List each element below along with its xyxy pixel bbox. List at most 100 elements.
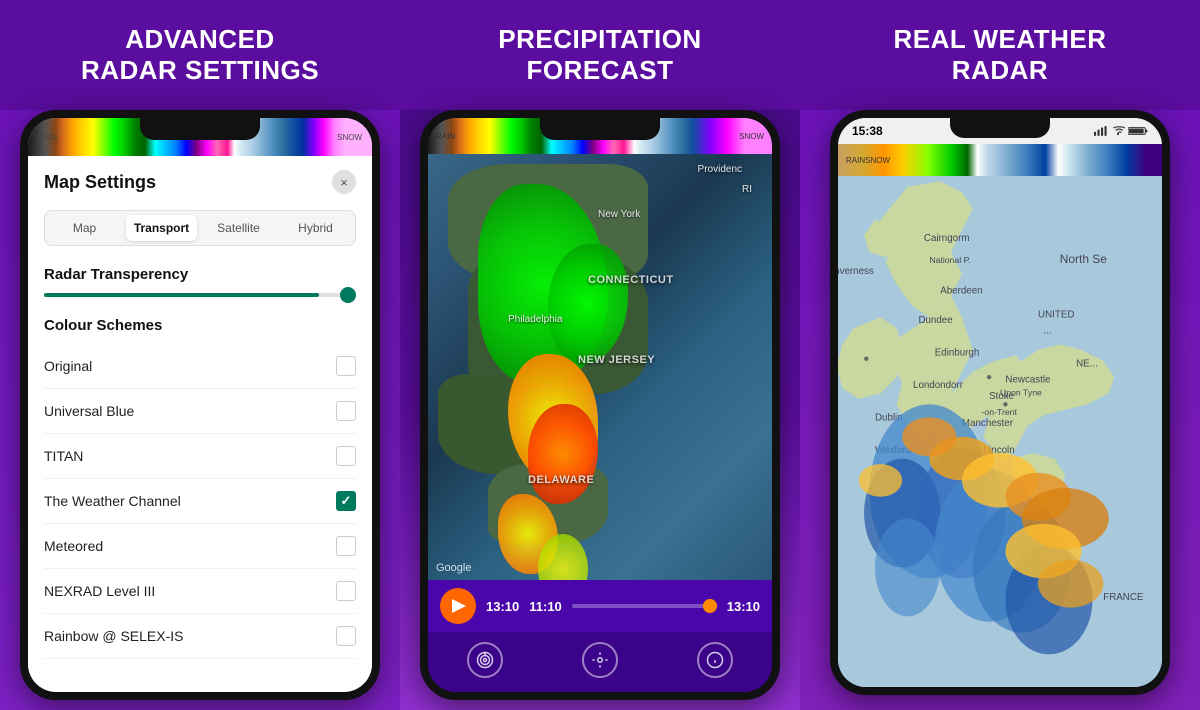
checkbox-original[interactable] bbox=[336, 356, 356, 376]
settings-header: Map Settings × bbox=[44, 170, 356, 194]
panels-row: RAIN SNOW Map Settings × Map Transport S… bbox=[0, 110, 1200, 710]
scheme-name-original: Original bbox=[44, 358, 92, 374]
map-type-tabs: Map Transport Satellite Hybrid bbox=[44, 210, 356, 246]
tab-map[interactable]: Map bbox=[49, 215, 120, 241]
tab-satellite[interactable]: Satellite bbox=[203, 215, 274, 241]
notch-right bbox=[950, 118, 1050, 138]
map-settings-panel: Map Settings × Map Transport Satellite H… bbox=[28, 156, 372, 673]
google-attribution: Google bbox=[436, 562, 471, 574]
scheme-weather-channel: The Weather Channel bbox=[44, 479, 356, 524]
scheme-name-nexrad: NEXRAD Level III bbox=[44, 583, 155, 599]
panel-right: 15:38 bbox=[800, 110, 1200, 710]
svg-text:Upon Tyne: Upon Tyne bbox=[1000, 388, 1042, 398]
svg-text:Aberdeen: Aberdeen bbox=[940, 285, 982, 296]
svg-text:NE...: NE... bbox=[1076, 358, 1098, 369]
scheme-original: Original bbox=[44, 344, 356, 389]
mid-rain-label: RAIN bbox=[436, 132, 455, 141]
rain-label: RAIN bbox=[38, 133, 57, 142]
map-svg: North Se Inverness Cairngorm National P.… bbox=[838, 176, 1162, 687]
svg-text:Newcastle: Newcastle bbox=[1005, 375, 1050, 386]
header-title-1: ADVANCEDRADAR SETTINGS bbox=[81, 24, 319, 86]
scheme-meteored: Meteored bbox=[44, 524, 356, 569]
city-newyork-label: New York bbox=[598, 209, 640, 220]
time-from-label: 11:10 bbox=[529, 599, 562, 614]
checkbox-titan[interactable] bbox=[336, 446, 356, 466]
phone-left: RAIN SNOW Map Settings × Map Transport S… bbox=[20, 110, 380, 700]
slider-section: Radar Transperency bbox=[44, 266, 356, 297]
time-to-label: 13:10 bbox=[727, 599, 760, 614]
scheme-name-meteored: Meteored bbox=[44, 538, 103, 554]
svg-text:FRANCE: FRANCE bbox=[1103, 592, 1144, 603]
right-rain-label: RAIN bbox=[846, 156, 865, 165]
header-title-3: REAL WEATHERRADAR bbox=[893, 24, 1106, 86]
status-time: 15:38 bbox=[852, 124, 883, 138]
time-start-label: 13:10 bbox=[486, 599, 519, 614]
scheme-name-universal-blue: Universal Blue bbox=[44, 403, 134, 419]
nav-info-icon[interactable] bbox=[697, 642, 733, 678]
radar-transparency-label: Radar Transperency bbox=[44, 266, 356, 283]
svg-text:National P.: National P. bbox=[929, 255, 970, 265]
close-button[interactable]: × bbox=[332, 170, 356, 194]
scheme-rainbow: Rainbow @ SELEX-IS bbox=[44, 614, 356, 659]
checkbox-nexrad[interactable] bbox=[336, 581, 356, 601]
state-newjersey-label: NEW JERSEY bbox=[578, 354, 655, 366]
notch-mid bbox=[540, 118, 660, 140]
header-left: ADVANCEDRADAR SETTINGS bbox=[0, 14, 400, 96]
tab-transport[interactable]: Transport bbox=[126, 215, 197, 241]
header-mid: PRECIPITATIONFORECAST bbox=[400, 14, 800, 96]
phone-mid: RAIN SNOW bbox=[420, 110, 780, 700]
wifi-icon bbox=[1111, 126, 1125, 136]
state-delaware-label: DELAWARE bbox=[528, 474, 594, 486]
nav-settings-icon[interactable] bbox=[582, 642, 618, 678]
city-providence-label: Providenc bbox=[698, 164, 742, 175]
slider-fill bbox=[44, 293, 319, 297]
scheme-name-weather-channel: The Weather Channel bbox=[44, 493, 181, 509]
colour-schemes-title: Colour Schemes bbox=[44, 317, 356, 334]
checkbox-universal-blue[interactable] bbox=[336, 401, 356, 421]
status-icons bbox=[1094, 126, 1148, 136]
panel-mid: RAIN SNOW bbox=[400, 110, 800, 710]
scheme-universal-blue: Universal Blue bbox=[44, 389, 356, 434]
radar-color-bar-right: RAIN SNOW bbox=[838, 144, 1162, 176]
screen-right: 15:38 bbox=[838, 118, 1162, 687]
bottom-nav-mid bbox=[428, 632, 772, 692]
screen-left: RAIN SNOW Map Settings × Map Transport S… bbox=[28, 118, 372, 692]
svg-text:Edinburgh: Edinburgh bbox=[935, 347, 980, 358]
scheme-name-titan: TITAN bbox=[44, 448, 83, 464]
transparency-slider[interactable] bbox=[44, 293, 356, 297]
scheme-name-rainbow: Rainbow @ SELEX-IS bbox=[44, 628, 184, 644]
screen-mid: RAIN SNOW bbox=[428, 118, 772, 692]
city-philadelphia-label: Philadelphia bbox=[508, 314, 563, 325]
svg-text:Dundee: Dundee bbox=[918, 315, 952, 326]
panel-left: RAIN SNOW Map Settings × Map Transport S… bbox=[0, 110, 400, 710]
scheme-titan: TITAN bbox=[44, 434, 356, 479]
checkbox-weather-channel[interactable] bbox=[336, 491, 356, 511]
nav-radar-icon[interactable] bbox=[467, 642, 503, 678]
scheme-nexrad: NEXRAD Level III bbox=[44, 569, 356, 614]
state-connecticut-label: CONNECTICUT bbox=[588, 274, 674, 286]
notch-left bbox=[140, 118, 260, 140]
svg-text:...: ... bbox=[1043, 326, 1051, 337]
battery-icon bbox=[1128, 126, 1148, 136]
svg-text:-on-Trent: -on-Trent bbox=[982, 407, 1018, 417]
checkbox-rainbow[interactable] bbox=[336, 626, 356, 646]
tab-hybrid[interactable]: Hybrid bbox=[280, 215, 351, 241]
svg-text:Londondorr: Londondorr bbox=[913, 380, 964, 391]
signal-icon bbox=[1094, 126, 1108, 136]
svg-text:Cairngorm: Cairngorm bbox=[924, 233, 970, 244]
timeline-track[interactable] bbox=[572, 604, 717, 608]
slider-thumb[interactable] bbox=[340, 287, 356, 303]
right-map-area: North Se Inverness Cairngorm National P.… bbox=[838, 176, 1162, 687]
timeline-bar: 13:10 11:10 13:10 bbox=[428, 580, 772, 632]
right-snow-label: SNOW bbox=[865, 156, 890, 165]
header-right: REAL WEATHERRADAR bbox=[800, 14, 1200, 96]
svg-text:North Se: North Se bbox=[1060, 252, 1107, 266]
play-button[interactable] bbox=[440, 588, 476, 624]
satellite-map: New York Philadelphia CONNECTICUT NEW JE… bbox=[428, 154, 772, 580]
settings-title: Map Settings bbox=[44, 172, 156, 193]
timeline-dot bbox=[703, 599, 717, 613]
mid-snow-label: SNOW bbox=[739, 132, 764, 141]
checkbox-meteored[interactable] bbox=[336, 536, 356, 556]
header-title-2: PRECIPITATIONFORECAST bbox=[498, 24, 701, 86]
header-row: ADVANCEDRADAR SETTINGS PRECIPITATIONFORE… bbox=[0, 0, 1200, 110]
